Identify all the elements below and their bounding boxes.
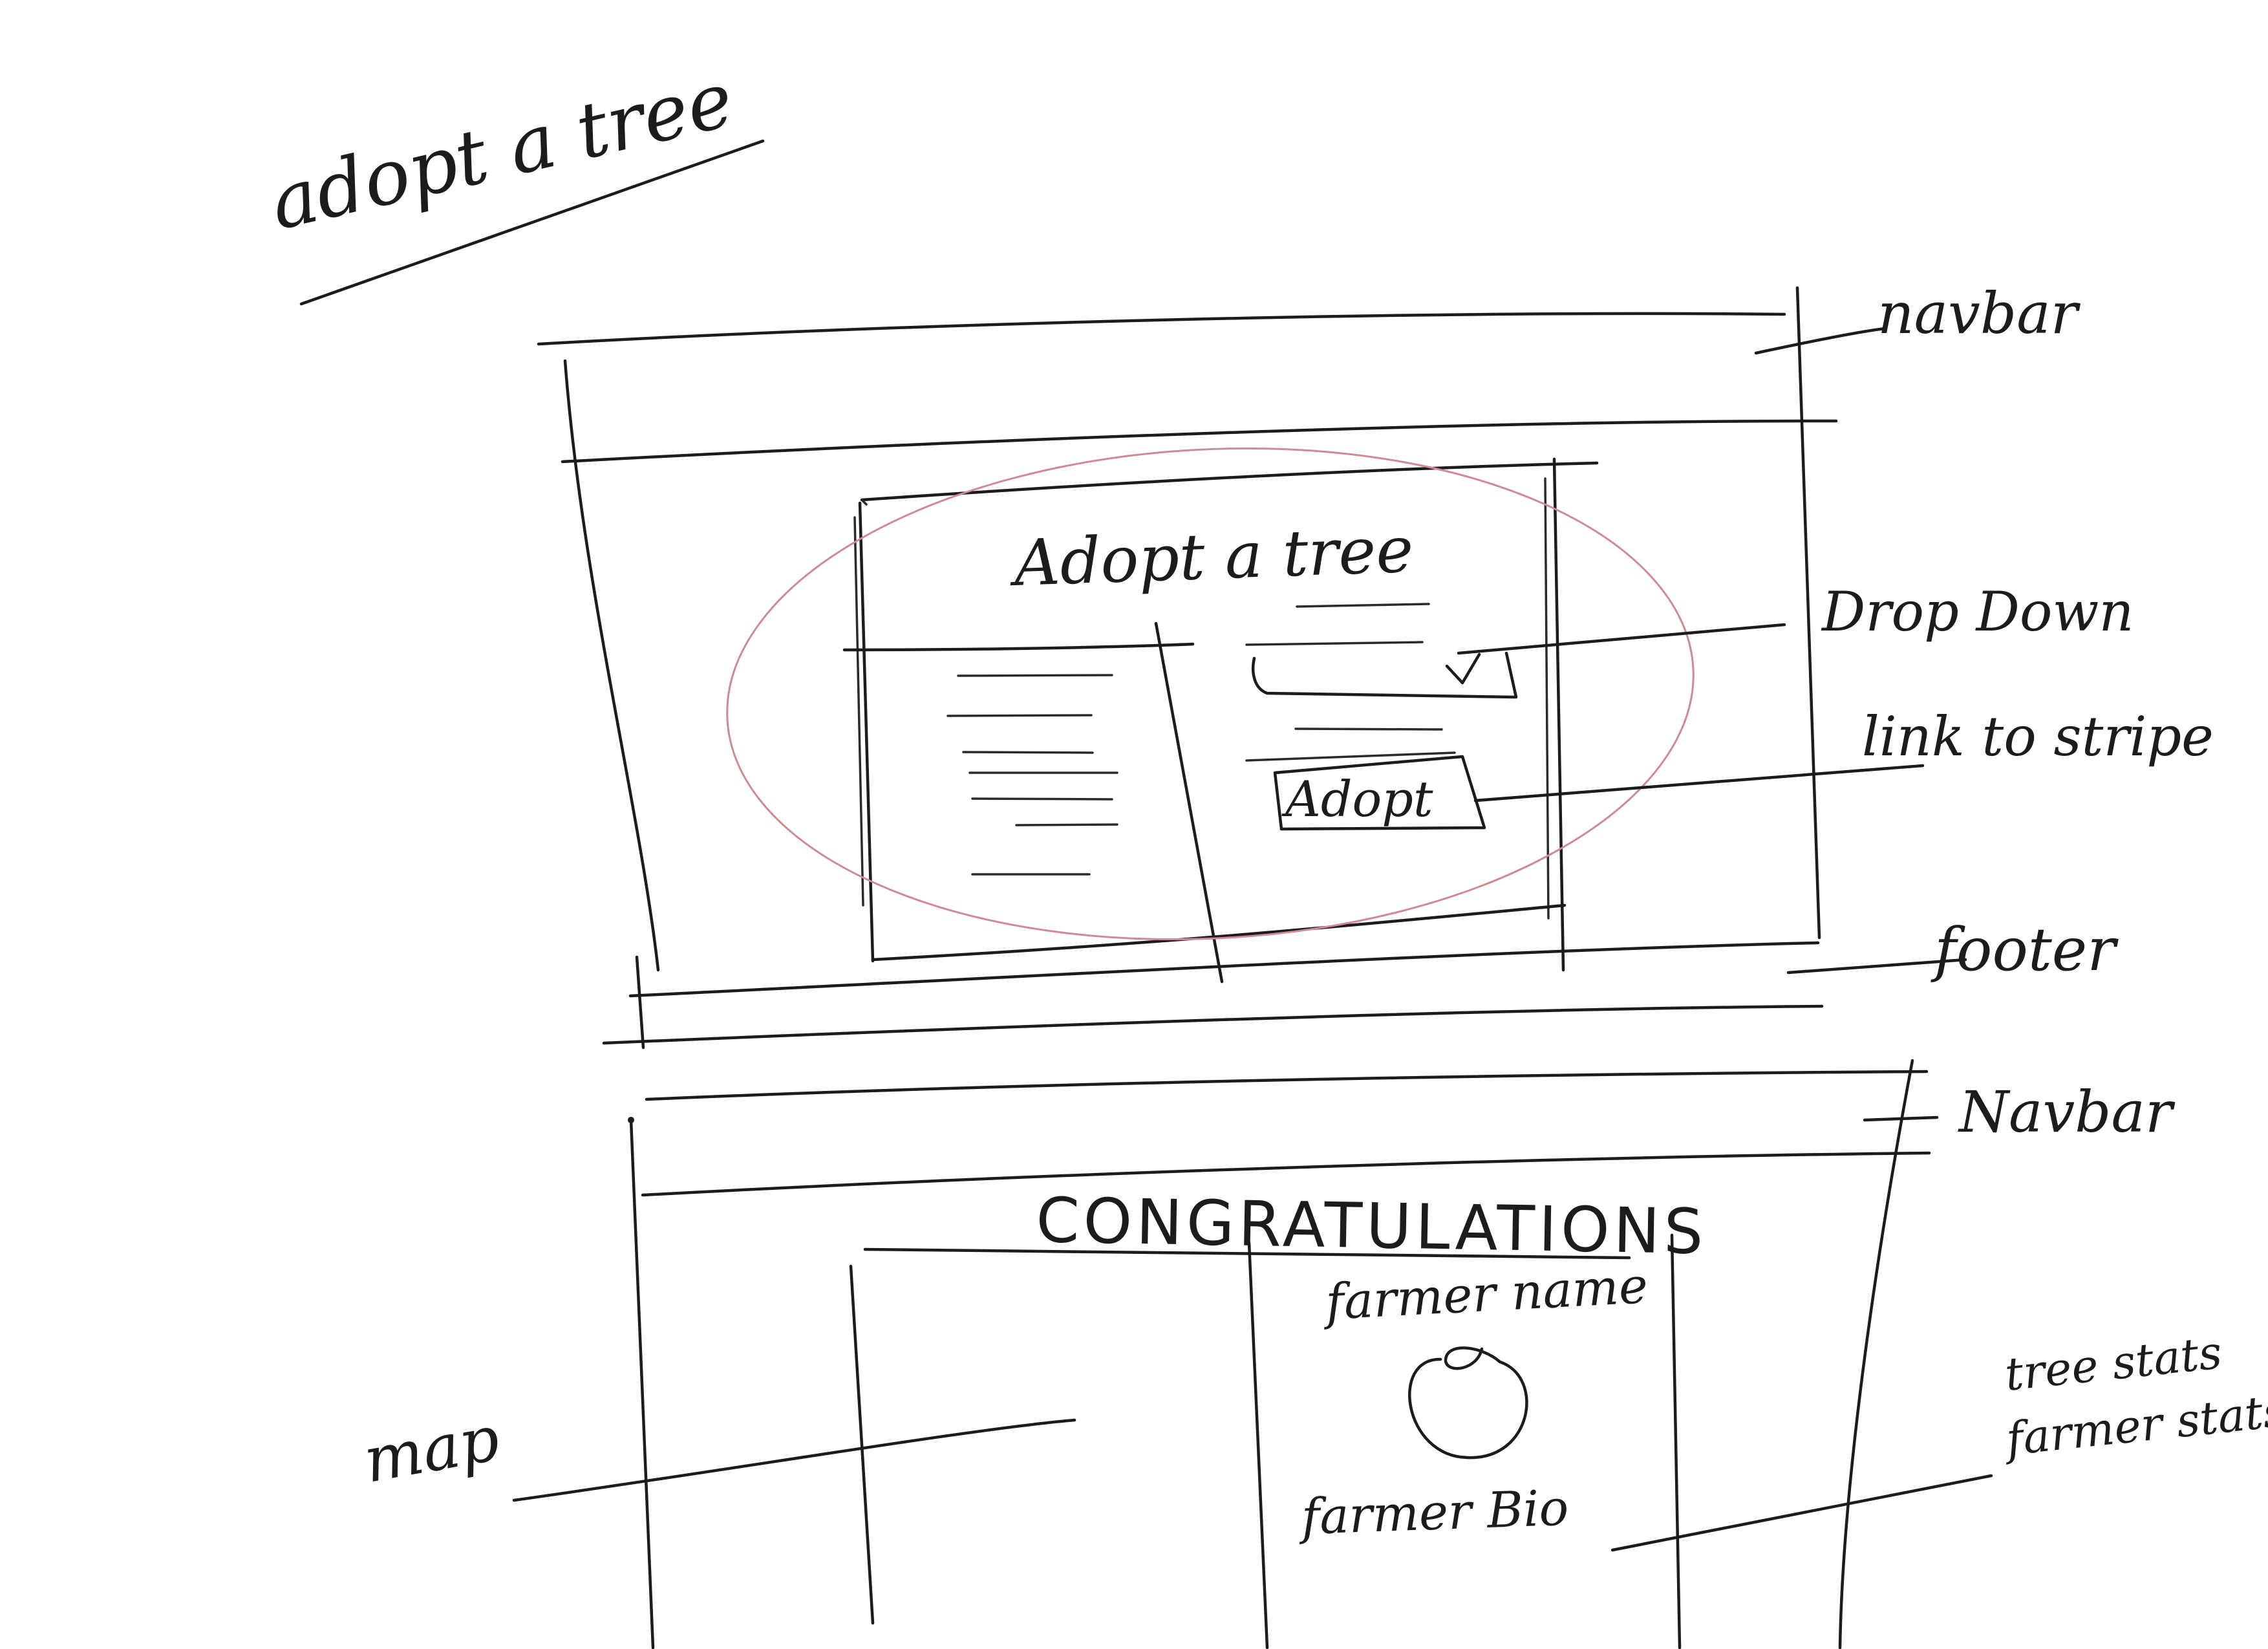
card-right-edge-inner [1544, 477, 1550, 920]
adopt-button[interactable]: Adopt [1273, 755, 1486, 831]
dropdown-label-line [1245, 641, 1424, 646]
footer-bottom-left-edge [635, 955, 645, 1050]
annotation-link-to-stripe: link to stripe [1862, 705, 2214, 768]
dropdown-leader-line [1457, 623, 1786, 655]
frame-2-left-edge [629, 1118, 655, 1649]
card-divider-horizontal [842, 642, 1195, 652]
info-line-3 [962, 751, 1094, 754]
page-title: adopt a tree [262, 54, 741, 247]
farmer-name: farmer name [1321, 1256, 1649, 1331]
info-line-6 [1015, 823, 1118, 826]
navbar-bottom-line [561, 419, 1838, 464]
annotation-map: map [359, 1402, 505, 1497]
frame-right-edge [1795, 286, 1821, 940]
card-title-rule [1296, 603, 1430, 608]
annotation-navbar-2: Navbar [1958, 1079, 2176, 1145]
stripe-leader-line [1473, 764, 1925, 803]
card-bottom-line [871, 903, 1567, 962]
farmer-panel-right-edge [1670, 1233, 1682, 1649]
farmer-avatar [1408, 1346, 1528, 1460]
annotation-navbar: navbar [1878, 280, 2081, 347]
navbar-2-leader-line [1863, 1116, 1939, 1122]
avatar-circle [1408, 1346, 1528, 1460]
ink-dot [628, 1117, 634, 1123]
annotation-tree-stats: tree stats [2002, 1326, 2224, 1401]
frame-2-right-edge [1838, 1059, 1914, 1649]
card-divider-vertical [1154, 621, 1224, 984]
footer-top-line [628, 941, 1820, 998]
farmer-bio: farmer Bio [1298, 1479, 1570, 1546]
stats-leader-line [1610, 1474, 1993, 1552]
footer-bottom-line [602, 1004, 1824, 1045]
wireframe-sketch: adopt a tree Adopt a tree Adopt navbar D… [262, 54, 2268, 1649]
chevron-down-icon [1445, 652, 1481, 685]
card-right-edge [1552, 457, 1565, 972]
frame-left-edge [563, 359, 660, 972]
info-line-2 [947, 714, 1093, 717]
annotations-adopt-page: navbar Drop Down link to stripe footer [1457, 280, 2214, 984]
info-line-1 [957, 674, 1113, 677]
wireframe-congratulations-page: CONGRATULATIONS farmer name farmer Bio [628, 1059, 1931, 1649]
card-title: Adopt a tree [1008, 513, 1415, 601]
adopt-card: Adopt a tree Adopt [842, 457, 1599, 984]
map-leader-line [512, 1418, 1076, 1502]
annotation-dropdown: Drop Down [1821, 580, 2134, 643]
annotation-footer: footer [1931, 915, 2119, 984]
navbar-top-line [537, 312, 1786, 346]
navbar-2-top-line [645, 1070, 1929, 1101]
map-left-edge [849, 1264, 875, 1625]
wireframe-adopt-page: Adopt a tree Adopt [537, 286, 1838, 1050]
navbar-leader-line [1754, 327, 1887, 355]
adopt-button-label: Adopt [1281, 770, 1433, 828]
map-right-edge [1247, 1241, 1269, 1649]
